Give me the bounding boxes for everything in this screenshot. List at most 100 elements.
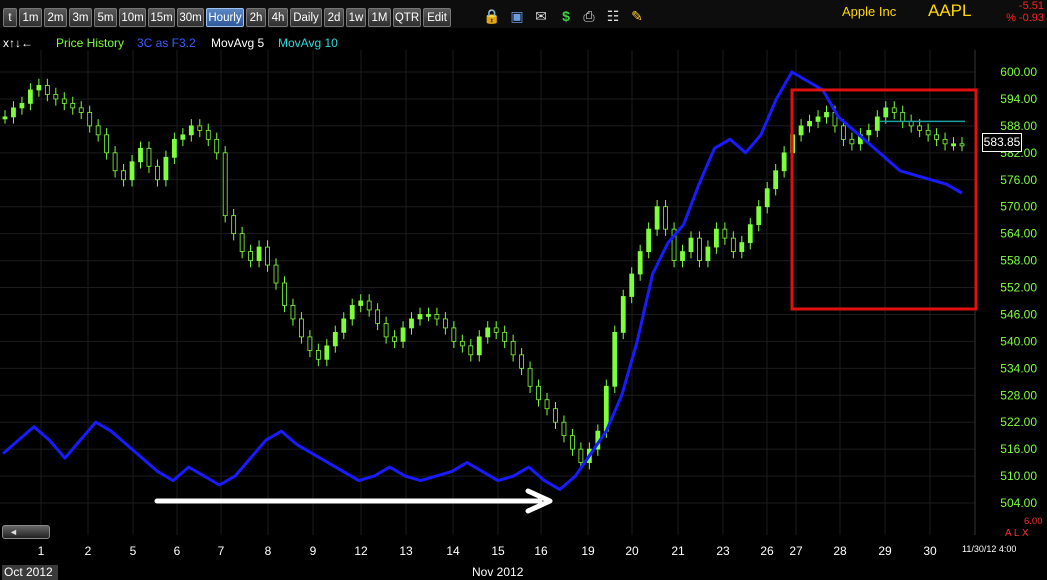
y-tick-label: 546.00 <box>1000 307 1037 321</box>
timeframe-daily-button[interactable]: Daily <box>290 8 322 27</box>
timeframe-4h-button[interactable]: 4h <box>268 8 288 27</box>
candle-body <box>654 206 660 230</box>
candle-body <box>629 273 635 297</box>
timeframe-15m-button[interactable]: 15m <box>148 8 175 27</box>
candle-body <box>28 89 33 104</box>
candle-body <box>697 237 702 261</box>
x-tick-label: 1 <box>38 544 45 558</box>
candle-body <box>61 98 67 104</box>
candle-body <box>239 233 245 252</box>
legend-price-history[interactable]: Price History <box>56 36 124 50</box>
candle-body <box>798 125 804 136</box>
mail-icon[interactable]: ✉ <box>532 7 550 25</box>
candle-body <box>129 161 135 181</box>
x-tick-label: 23 <box>716 544 730 558</box>
candle-body <box>849 138 855 145</box>
timeframe-2m-button[interactable]: 2m <box>44 8 67 27</box>
x-tick-label: 19 <box>581 544 595 558</box>
candle-body <box>290 305 296 320</box>
candle-body <box>807 120 812 127</box>
timeframe-2d-button[interactable]: 2d <box>324 8 344 27</box>
candle-body <box>620 296 626 333</box>
candle-body <box>434 314 440 320</box>
timeframe-t-button[interactable]: t <box>3 8 17 27</box>
timeframe-1m-button[interactable]: 1m <box>19 8 42 27</box>
candle-body <box>375 309 381 324</box>
legend-movavg-10[interactable]: MovAvg 10 <box>278 36 338 50</box>
candle-body <box>282 282 287 306</box>
candle-body <box>468 345 474 356</box>
y-tick-label: 540.00 <box>1000 334 1037 348</box>
x-tick-label: 6 <box>174 544 181 558</box>
indicator-controls[interactable]: A L X <box>1005 528 1029 539</box>
month-label-nov: Nov 2012 <box>472 565 524 579</box>
save-icon[interactable]: ▣ <box>508 7 526 25</box>
candle-body <box>231 215 237 235</box>
candle-body <box>163 156 169 181</box>
legend-movavg-5[interactable]: MovAvg 5 <box>211 36 264 50</box>
candle-body <box>934 134 939 140</box>
timeframe-10m-button[interactable]: 10m <box>119 8 146 27</box>
candle-body <box>459 340 465 347</box>
candle-body <box>485 327 491 338</box>
candle-body <box>299 318 304 338</box>
print-icon[interactable]: ⎙ <box>580 7 598 25</box>
candle-body <box>392 336 397 342</box>
timeframe-1m-button[interactable]: 1M <box>368 8 391 27</box>
candle-body <box>171 138 177 158</box>
x-tick-label: 21 <box>671 544 685 558</box>
timeframe-1w-button[interactable]: 1w <box>346 8 366 27</box>
candle-body <box>36 85 42 91</box>
candle-body <box>951 143 956 147</box>
x-tick-label: 29 <box>878 544 892 558</box>
candle-body <box>95 125 101 136</box>
timeframe-hourly-button[interactable]: Hourly <box>206 8 244 27</box>
timeframe-2h-button[interactable]: 2h <box>246 8 266 27</box>
y-tick-label: 516.00 <box>1000 442 1037 456</box>
candle-body <box>121 170 126 181</box>
last-price-label: 583.85 <box>982 133 1022 152</box>
candle-body <box>214 138 220 154</box>
candle-body <box>324 345 330 360</box>
candle-body <box>866 129 872 136</box>
indicator-3c-line[interactable] <box>2 70 963 491</box>
price-chart[interactable]: 600.00594.00588.00582.00576.00570.00564.… <box>0 50 1047 562</box>
candle-body <box>570 435 575 450</box>
candle-body <box>349 305 355 320</box>
candle-body <box>773 170 779 190</box>
x-tick-label: 26 <box>760 544 774 558</box>
lock-icon[interactable]: 🔒 <box>483 7 501 25</box>
timeframe-edit-button[interactable]: Edit <box>423 8 451 27</box>
ticker-symbol[interactable]: AAPL <box>928 1 971 21</box>
x-tick-label: 8 <box>265 544 272 558</box>
pencil-icon[interactable]: ✎ <box>628 7 646 25</box>
y-tick-label: 594.00 <box>1000 92 1037 106</box>
candle-body <box>400 327 406 342</box>
timeframe-qtr-button[interactable]: QTR <box>393 8 421 27</box>
x-tick-label: 30 <box>923 544 937 558</box>
candle-body <box>417 314 423 320</box>
legend-3c-indicator[interactable]: 3C as F3.2 <box>137 36 196 50</box>
scroll-left-button[interactable]: ◄ <box>2 525 50 539</box>
x-tick-label: 2 <box>85 544 92 558</box>
dollar-icon[interactable]: $ <box>557 7 575 25</box>
candle-body <box>332 331 338 347</box>
list-icon[interactable]: ☷ <box>604 7 622 25</box>
candle-body <box>713 228 719 248</box>
timeframe-5m-button[interactable]: 5m <box>94 8 117 27</box>
candle-body <box>222 152 228 217</box>
y-tick-label: 588.00 <box>1000 119 1037 133</box>
candle-body <box>248 251 254 261</box>
y-tick-label: 600.00 <box>1000 65 1037 79</box>
candle-body <box>273 264 279 284</box>
candle-body <box>781 152 787 172</box>
x-tick-label: 9 <box>310 544 317 558</box>
x-tick-label: 7 <box>218 544 225 558</box>
x-tick-label: 27 <box>789 544 803 558</box>
candle-body <box>764 188 770 208</box>
candle-body <box>959 143 965 147</box>
timeframe-30m-button[interactable]: 30m <box>177 8 204 27</box>
legend-controls[interactable]: x↑↓← <box>3 36 33 50</box>
timeframe-3m-button[interactable]: 3m <box>69 8 92 27</box>
candle-body <box>366 300 372 311</box>
